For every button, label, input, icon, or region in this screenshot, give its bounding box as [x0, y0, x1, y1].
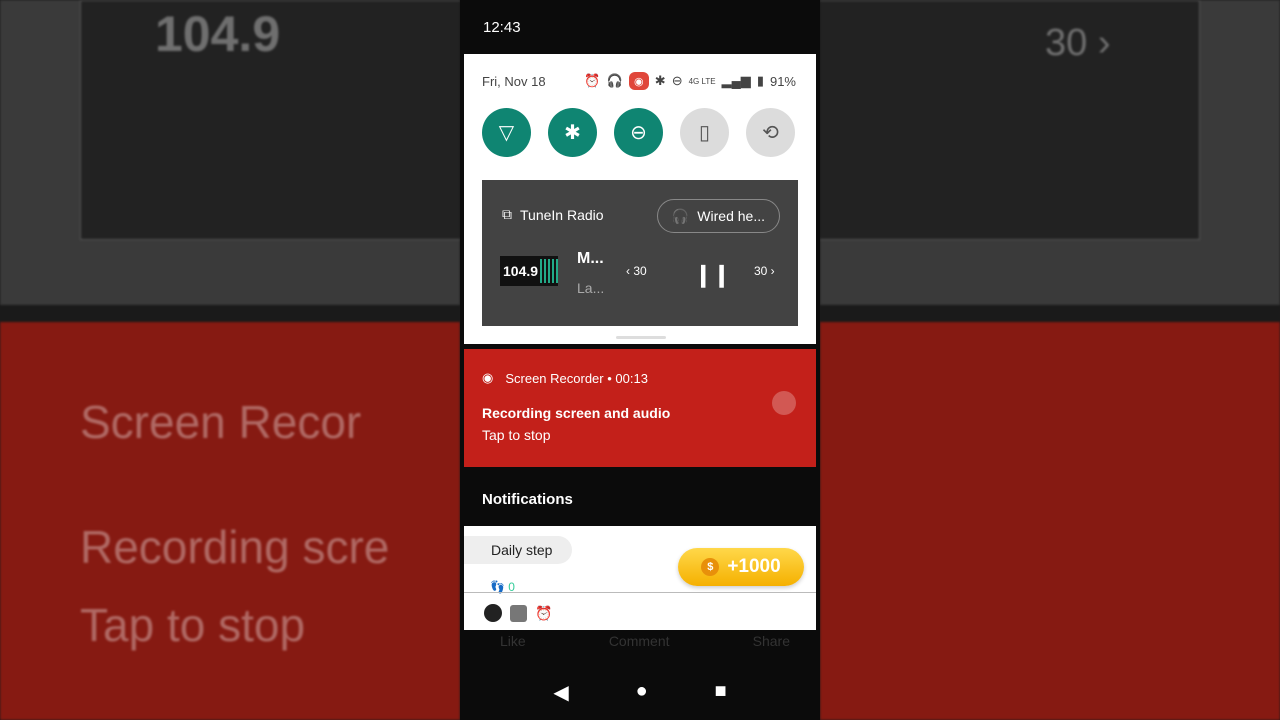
blurred-background-left: 104.9 Screen Recor Recording scre Tap to… — [0, 0, 460, 720]
app-circle-icon — [484, 604, 502, 622]
pause-button[interactable]: ❙❙ — [694, 262, 731, 288]
dnd-icon: ⊖ — [671, 73, 683, 88]
quick-settings-panel: Fri, Nov 18 ⏰ 🎧 ◉ ✱ ⊖ 4G LTE ▂▄▆ ▮ 91% ▽… — [464, 54, 816, 344]
drag-handle[interactable] — [616, 336, 666, 339]
media-title: M... — [577, 250, 604, 267]
phone-screen: 12:43 Fri, Nov 18 ⏰ 🎧 ◉ ✱ ⊖ 4G LTE ▂▄▆ ▮… — [460, 0, 820, 720]
rotate-icon: ⟲ — [762, 122, 779, 144]
rewind-30-button[interactable]: ‹ 30 — [626, 264, 647, 278]
blurred-background-right: 30 › — [820, 0, 1280, 720]
notifications-heading: Notifications — [482, 491, 573, 508]
media-subtitle: La... — [577, 280, 605, 296]
home-button[interactable]: ● — [636, 680, 648, 705]
wifi-icon: ▽ — [498, 122, 515, 144]
back-button[interactable]: ◀ — [553, 680, 568, 705]
flashlight-icon: ▯ — [698, 122, 710, 144]
forward-30-button[interactable]: 30 › — [754, 264, 775, 278]
screen-recorder-notification[interactable]: ◉ Screen Recorder • 00:13 Recording scree… — [464, 349, 816, 467]
clock: 12:43 — [483, 19, 521, 36]
divider — [464, 592, 816, 593]
headphones-icon: 🎧 — [671, 207, 690, 224]
dnd-tile[interactable]: ⊖ — [614, 108, 663, 157]
auto-rotate-tile[interactable]: ⟲ — [746, 108, 795, 157]
battery-icon: ▮ — [756, 73, 764, 88]
signal-icon: ▂▄▆ — [721, 73, 751, 88]
output-device-button[interactable]: 🎧 Wired he... — [656, 199, 780, 233]
date[interactable]: Fri, Nov 18 — [482, 74, 546, 89]
recents-button[interactable]: ■ — [714, 680, 726, 705]
status-icons: ⏰ 🎧 ◉ ✱ ⊖ 4G LTE ▂▄▆ ▮ 91% — [584, 72, 796, 90]
background-social-bar: Like Comment Share — [500, 633, 790, 649]
screen-record-icon: ◉ — [628, 72, 649, 90]
record-icon: ◉ — [482, 370, 494, 385]
headphones-icon: 🎧 — [606, 73, 623, 88]
wifi-tile[interactable]: ▽ — [482, 108, 531, 157]
coin-icon: $ — [701, 558, 720, 576]
reward-button[interactable]: $ +1000 — [678, 548, 804, 586]
touch-indicator — [772, 391, 796, 415]
bluetooth-tile[interactable]: ✱ — [548, 108, 597, 157]
album-art: 104.9 — [500, 256, 558, 286]
app-square-icon — [510, 604, 527, 622]
media-player-card[interactable]: ⧉ TuneIn Radio 🎧 Wired he... 104.9 M... La… — [482, 180, 798, 326]
media-app-name: TuneIn Radio — [520, 206, 604, 223]
bluetooth-icon: ✱ — [564, 122, 581, 144]
dnd-icon: ⊖ — [630, 122, 647, 144]
alarm-icon: ⏰ — [584, 73, 601, 88]
daily-step-pill: Daily step — [464, 536, 572, 564]
bluetooth-icon: ✱ — [654, 73, 666, 88]
navigation-bar: ◀ ● ■ — [460, 680, 820, 705]
battery-level: 91% — [769, 73, 796, 89]
daily-step-card[interactable]: Daily step $ +1000 👣 0 ⏰ — [464, 526, 816, 630]
cast-icon: ⧉ — [502, 206, 512, 222]
network-icon: 4G LTE — [688, 76, 716, 86]
flashlight-tile[interactable]: ▯ — [680, 108, 729, 157]
alarm-icon: ⏰ — [535, 604, 553, 621]
tap-to-stop[interactable]: Tap to stop — [482, 427, 551, 443]
